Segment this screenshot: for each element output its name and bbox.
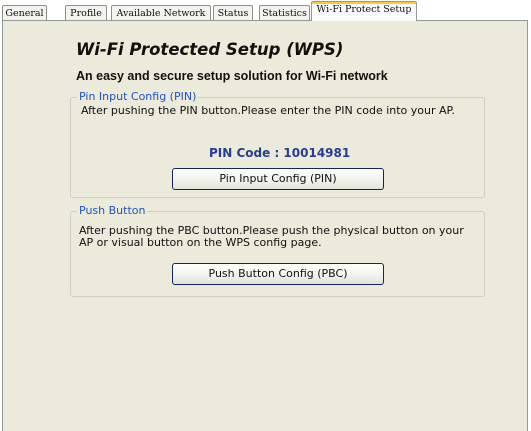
push-group-legend: Push Button (77, 204, 148, 218)
pin-input-config-group: Pin Input Config (PIN) After pushing the… (70, 90, 485, 198)
tab-status[interactable]: Status (213, 5, 253, 20)
tab-wifi-protect-setup[interactable]: Wi-Fi Protect Setup (311, 1, 417, 21)
page-title: Wi-Fi Protected Setup (WPS) (76, 40, 344, 59)
pin-input-config-button[interactable]: Pin Input Config (PIN) (172, 168, 384, 190)
tab-available-network[interactable]: Available Network (111, 5, 211, 20)
page-subtitle: An easy and secure setup solution for Wi… (76, 69, 388, 83)
pin-code-label: PIN Code : 10014981 (209, 146, 351, 160)
pin-group-description: After pushing the PIN button.Please ente… (81, 104, 455, 117)
tab-strip: General Profile Available Network Status… (0, 0, 531, 21)
push-button-config-button[interactable]: Push Button Config (PBC) (172, 263, 384, 285)
push-button-group: Push Button After pushing the PBC button… (70, 204, 485, 297)
tab-general[interactable]: General (2, 5, 47, 20)
pin-group-legend: Pin Input Config (PIN) (77, 90, 199, 104)
tab-statistics[interactable]: Statistics (259, 5, 310, 20)
push-group-description: After pushing the PBC button.Please push… (79, 224, 464, 249)
tab-profile[interactable]: Profile (65, 5, 107, 20)
